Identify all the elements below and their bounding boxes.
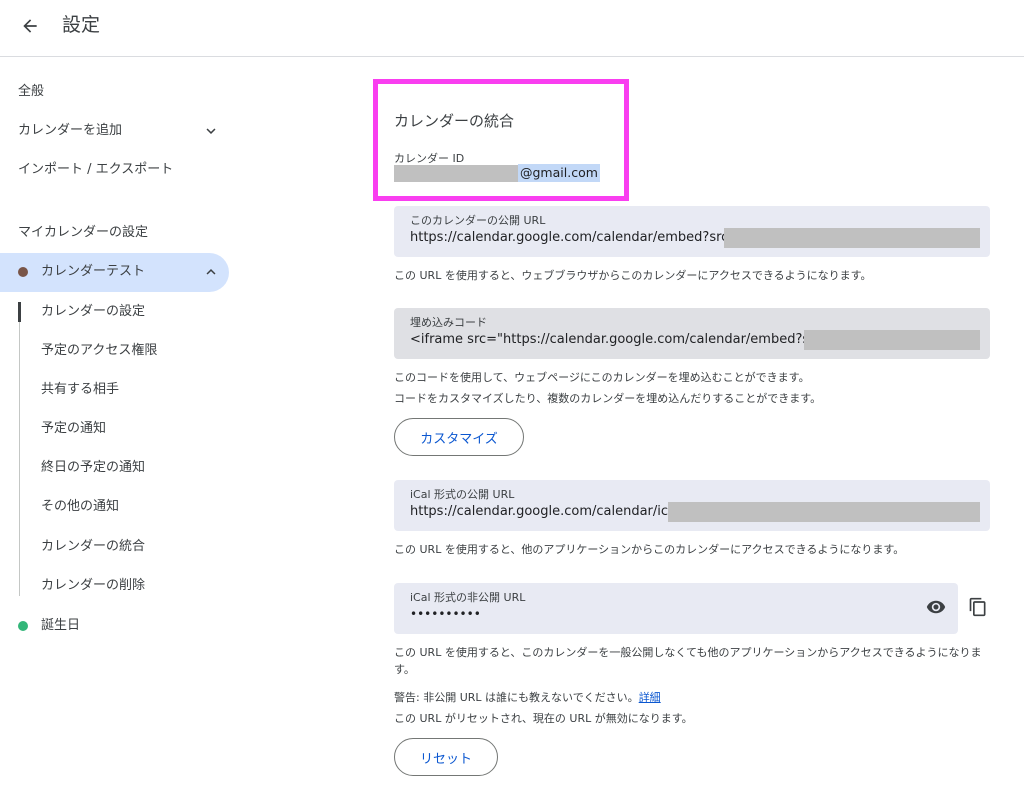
embed-code-field[interactable]: 埋め込みコード <iframe src="https://calendar.go…	[394, 308, 990, 359]
eye-icon	[926, 600, 946, 614]
page-title: 設定	[62, 14, 101, 36]
sidebar-sub-item[interactable]: 共有する相手	[41, 380, 119, 400]
top-bar: 設定	[0, 0, 1024, 57]
warning-text-row: 警告: 非公開 URL は誰にも教えないでください。詳細	[394, 689, 661, 706]
birthdays-color-dot	[18, 621, 28, 631]
chevron-up-icon[interactable]	[202, 263, 220, 281]
sidebar-section-my-calendars: マイカレンダーの設定	[18, 225, 149, 240]
ical-private-url-value: ••••••••••	[410, 607, 481, 621]
arrow-back-icon	[23, 19, 37, 33]
embed-code-value: <iframe src="https://calendar.google.com…	[410, 332, 833, 347]
ical-public-url-label: iCal 形式の公開 URL	[410, 488, 515, 501]
redacted-area	[668, 502, 980, 522]
calendar-color-dot	[18, 267, 28, 277]
sidebar-item-birthdays[interactable]: 誕生日	[41, 616, 80, 636]
show-url-button[interactable]	[922, 593, 950, 621]
sidebar-sub-item[interactable]: 予定の通知	[41, 419, 106, 439]
sub-nav-rail	[19, 302, 20, 596]
ical-public-url-value: https://calendar.google.com/calendar/ica…	[410, 504, 684, 519]
sidebar-sub-item[interactable]: カレンダーの統合	[41, 537, 145, 557]
sidebar-item-add-calendar[interactable]: カレンダーを追加	[18, 121, 122, 141]
ical-public-url-help: この URL を使用すると、他のアプリケーションからこのカレンダーにアクセスでき…	[394, 543, 905, 556]
public-url-label: このカレンダーの公開 URL	[410, 214, 546, 227]
sidebar-sub-item[interactable]: 終日の予定の通知	[41, 458, 145, 478]
embed-code-help-2: コードをカスタマイズしたり、複数のカレンダーを埋め込んだりすることができます。	[394, 392, 822, 405]
sidebar-sub-item[interactable]: その他の通知	[41, 497, 119, 517]
highlight-annotation	[373, 79, 629, 201]
ical-public-url-field[interactable]: iCal 形式の公開 URL https://calendar.google.c…	[394, 480, 990, 531]
public-url-field[interactable]: このカレンダーの公開 URL https://calendar.google.c…	[394, 206, 990, 257]
public-url-help: この URL を使用すると、ウェブブラウザからこのカレンダーにアクセスできるよう…	[394, 269, 872, 282]
sub-nav-active-indicator	[18, 302, 21, 322]
copy-icon	[969, 597, 986, 617]
sidebar-sub-item[interactable]: カレンダーの削除	[41, 576, 145, 596]
warning-text: 警告: 非公開 URL は誰にも教えないでください。	[394, 691, 639, 704]
sidebar-item-import-export[interactable]: インポート / エクスポート	[18, 160, 173, 180]
customize-button[interactable]: カスタマイズ	[394, 418, 524, 456]
reset-note: この URL がリセットされ、現在の URL が無効になります。	[394, 712, 693, 725]
ical-private-url-help: この URL を使用すると、このカレンダーを一般公開しなくても他のアプリケーショ…	[394, 646, 982, 676]
sidebar-item-calendar-test-label: カレンダーテスト	[41, 264, 146, 279]
ical-private-url-label: iCal 形式の非公開 URL	[410, 591, 526, 604]
redacted-area	[724, 228, 980, 248]
redacted-area	[804, 330, 980, 350]
sidebar-sub-item[interactable]: 予定のアクセス権限	[41, 341, 157, 361]
learn-more-link[interactable]: 詳細	[639, 691, 661, 704]
public-url-value: https://calendar.google.com/calendar/emb…	[410, 230, 747, 245]
embed-code-help-1: このコードを使用して、ウェブページにこのカレンダーを埋め込むことができます。	[394, 371, 810, 384]
reset-button[interactable]: リセット	[394, 738, 498, 776]
embed-code-label: 埋め込みコード	[410, 316, 487, 329]
sidebar-item-general[interactable]: 全般	[18, 82, 44, 102]
chevron-down-icon[interactable]	[202, 122, 220, 140]
ical-private-url-field[interactable]: iCal 形式の非公開 URL ••••••••••	[394, 583, 958, 634]
copy-button[interactable]	[964, 593, 992, 621]
back-button[interactable]	[14, 10, 46, 42]
sidebar-sub-item[interactable]: カレンダーの設定	[41, 302, 145, 322]
